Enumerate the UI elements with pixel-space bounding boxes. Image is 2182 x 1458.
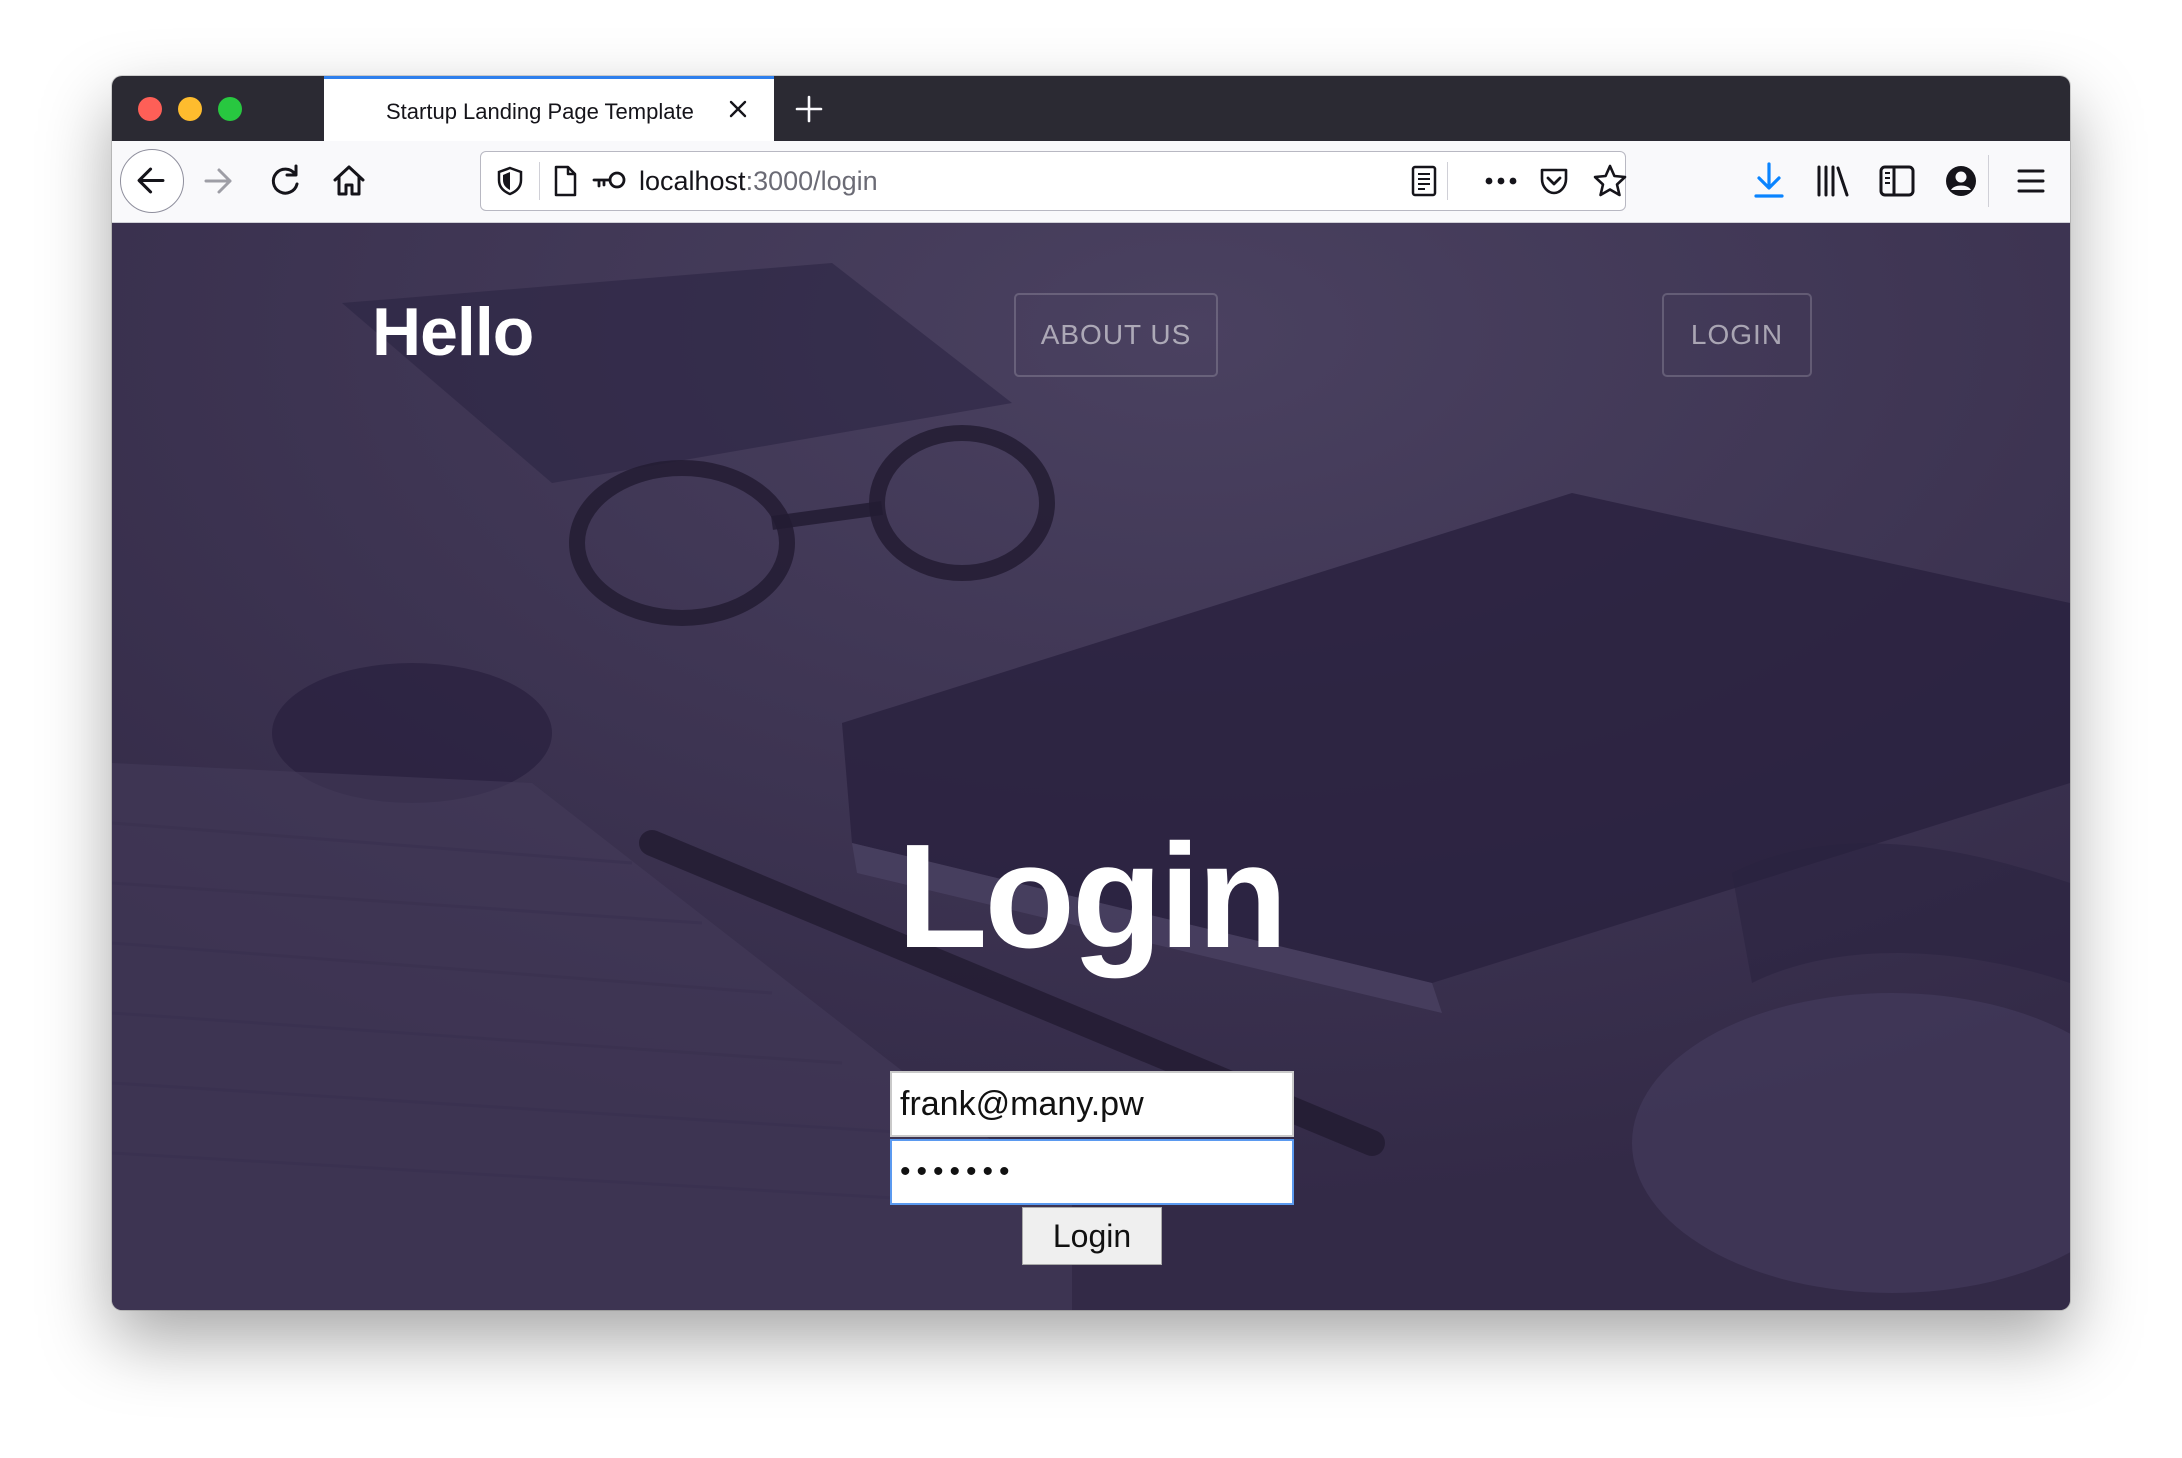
sidebar-icon[interactable] <box>1874 158 1920 204</box>
home-icon[interactable] <box>326 158 372 204</box>
tab-title: Startup Landing Page Template <box>386 99 694 124</box>
star-icon[interactable] <box>1591 162 1629 200</box>
pocket-icon[interactable] <box>1537 164 1571 198</box>
email-field[interactable] <box>890 1071 1294 1137</box>
reader-icon[interactable] <box>1409 164 1439 198</box>
menu-icon[interactable] <box>2008 158 2054 204</box>
browser-window: Startup Landing Page Template localhost:… <box>112 76 2070 1310</box>
login-submit-button[interactable]: Login <box>1022 1207 1162 1265</box>
url-bar[interactable]: localhost:3000/login <box>480 151 1629 211</box>
nav-about-us[interactable]: ABOUT US <box>1014 293 1218 377</box>
url-separator <box>539 162 540 200</box>
page-title: Login <box>897 814 1288 979</box>
nav-toolbar: localhost:3000/login <box>112 141 2070 223</box>
url-path: :3000/login <box>745 166 878 196</box>
tab-active[interactable]: Startup Landing Page Template <box>324 76 774 141</box>
brand-logo[interactable]: Hello <box>372 293 534 371</box>
shield-icon[interactable] <box>495 165 525 197</box>
url-separator-2 <box>1447 162 1448 200</box>
library-icon[interactable] <box>1810 158 1856 204</box>
reload-icon[interactable] <box>262 158 308 204</box>
password-field[interactable] <box>890 1139 1294 1205</box>
page-icon[interactable] <box>551 164 579 198</box>
page-content: Hello ABOUT US LOGIN Login Login <box>112 223 2070 1310</box>
account-icon[interactable] <box>1938 158 1984 204</box>
back-icon <box>137 167 165 194</box>
back-button[interactable] <box>120 149 184 213</box>
zoom-window-button[interactable] <box>218 97 242 121</box>
url-text[interactable]: localhost:3000/login <box>639 166 878 197</box>
forward-icon[interactable] <box>196 158 242 204</box>
close-window-button[interactable] <box>138 97 162 121</box>
download-icon[interactable] <box>1746 158 1792 204</box>
toolbar-separator <box>1988 155 1989 207</box>
more-icon[interactable] <box>1481 166 1521 196</box>
url-host: localhost <box>639 166 746 196</box>
close-icon[interactable] <box>724 95 752 123</box>
minimize-window-button[interactable] <box>178 97 202 121</box>
plus-icon[interactable] <box>792 92 826 126</box>
key-icon[interactable] <box>591 168 627 192</box>
nav-login[interactable]: LOGIN <box>1662 293 1812 377</box>
tab-strip: Startup Landing Page Template <box>112 76 2070 141</box>
